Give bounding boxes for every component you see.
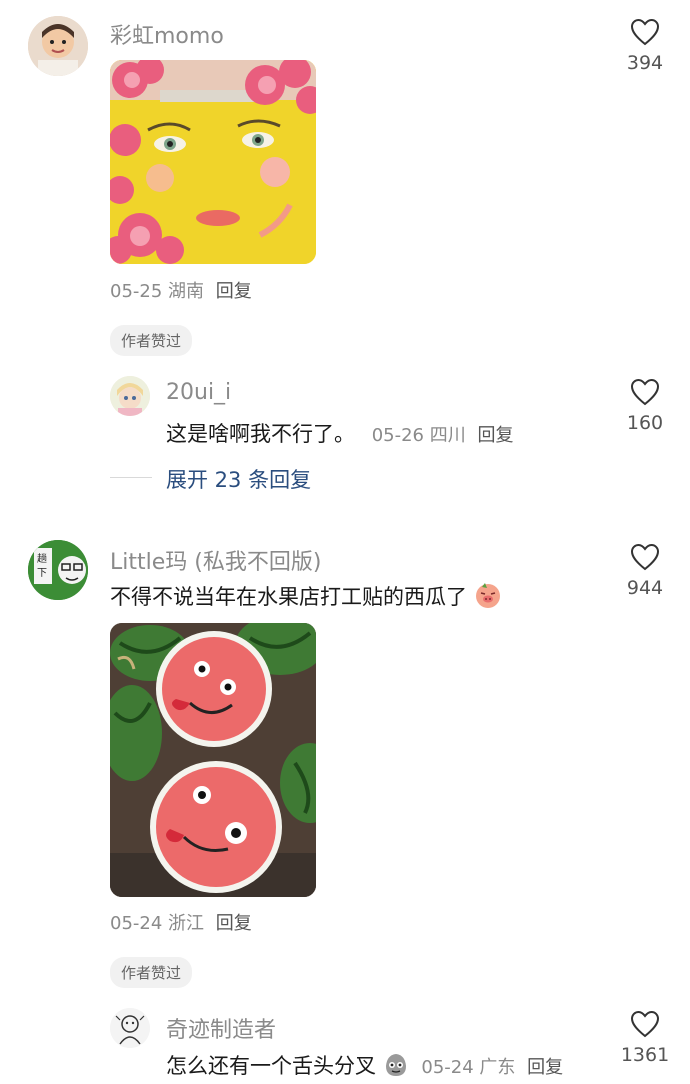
heart-outline-icon [630,378,660,406]
svg-text:趟: 趟 [37,552,47,565]
comment-text: 不得不说当年在水果店打工贴的西瓜了 [110,585,467,609]
author-liked-badge: 作者赞过 [110,957,193,988]
comment-date: 05-25 [110,281,163,302]
reply-button[interactable]: 回复 [216,913,252,934]
svg-text:下: 下 [37,568,47,579]
avatar-caihong[interactable] [28,16,88,76]
reply-text-row: 这是啥啊我不行了。 05-26 四川 回复 [166,418,513,448]
reply-text: 怎么还有一个舌头分叉 [166,1054,376,1078]
comment-username[interactable]: Little玛 (私我不回版) [110,544,321,576]
like-count: 944 [626,577,664,599]
heart-outline-icon [630,543,660,571]
comment-image-watermelons[interactable] [110,623,316,897]
comment-location: 浙江 [168,913,205,934]
heart-outline-icon [630,1010,660,1038]
avatar-qiji[interactable] [110,1008,150,1048]
comment-username[interactable]: 彩虹momo [110,18,224,50]
like-button[interactable]: 944 [615,543,675,599]
avatar-little[interactable]: 趟 下 [28,540,88,600]
reply-location: 四川 [429,425,466,446]
like-count: 160 [626,412,664,434]
reply-button[interactable]: 回复 [216,281,252,302]
comment-location: 湖南 [168,281,205,302]
expand-divider [110,477,152,478]
like-button[interactable]: 160 [615,378,675,434]
comment-date: 05-24 [110,913,163,934]
expand-replies-button[interactable]: 展开 23 条回复 [166,464,311,494]
author-liked-badge: 作者赞过 [110,325,193,356]
reply-location: 广东 [479,1057,516,1078]
reply-date: 05-26 [371,425,424,446]
heart-outline-icon [630,18,660,46]
reply-date: 05-24 [421,1057,474,1078]
like-count: 1361 [620,1044,670,1066]
reply-username[interactable]: 奇迹制造者 [166,1012,276,1044]
like-button[interactable]: 394 [615,18,675,74]
like-button[interactable]: 1361 [615,1010,675,1066]
avatar-20ui-i[interactable] [110,376,150,416]
pig-face-emoji-icon [475,583,500,608]
comment-image-face-painting[interactable] [110,60,316,264]
reply-username[interactable]: 20ui_i [166,380,231,405]
dizzy-emoji-icon [385,1054,406,1076]
comment-meta: 05-24 浙江 回复 [110,909,252,935]
reply-text-row: 怎么还有一个舌头分叉 05-24 广东 回复 [166,1050,563,1080]
like-count: 394 [626,52,664,74]
reply-button[interactable]: 回复 [477,425,513,446]
comment-text-row: 不得不说当年在水果店打工贴的西瓜了 [110,581,502,611]
reply-button[interactable]: 回复 [527,1057,563,1078]
reply-text: 这是啥啊我不行了。 [166,422,355,446]
comment-meta: 05-25 湖南 回复 [110,277,252,303]
